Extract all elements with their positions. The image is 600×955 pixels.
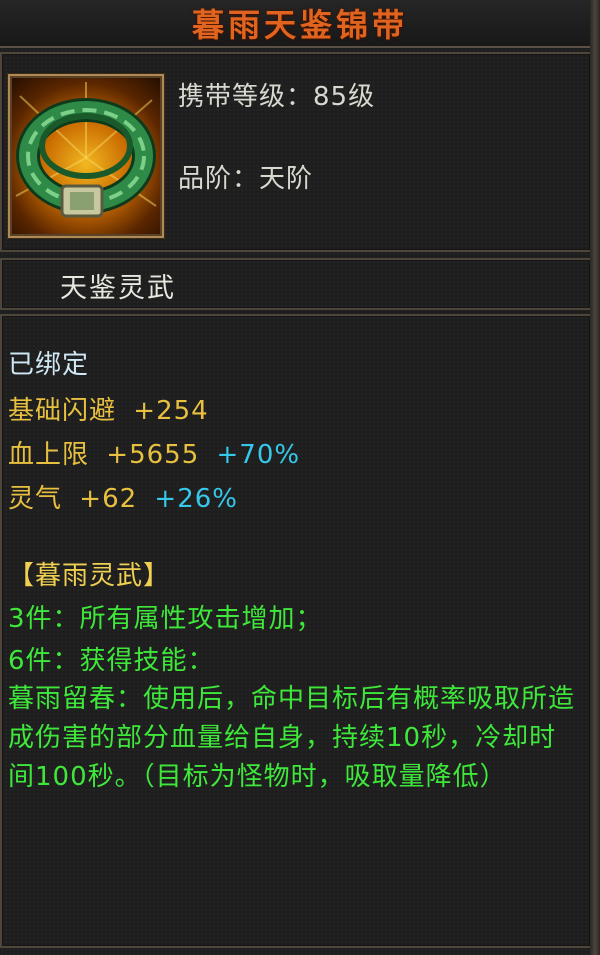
grade-label: 品阶： [178,164,260,194]
stat-value: +62 [79,484,138,514]
set-series-title: 天鉴灵武 [60,273,176,304]
grade-value: 天阶 [259,164,314,194]
carry-level-value: 85级 [313,82,376,112]
stat-name: 基础闪避 [8,396,117,426]
bound-status: 已绑定 [8,350,90,380]
set-bonus-3: 3件：所有属性攻击增加； [8,604,323,634]
item-tooltip: 暮雨天鉴锦带 携带等级：85级 品阶：天阶 天鉴灵武 已绑定 基础闪避 +254 [0,0,600,955]
set-name: 【暮雨灵武】 [8,561,171,591]
stat-row-hp: 血上限 +5655 +70% [8,434,300,471]
stat-percent: +70% [216,440,301,470]
stat-percent: +26% [154,484,238,514]
jade-belt-icon [15,82,157,218]
stat-name: 灵气 [8,484,63,514]
right-border [590,0,600,955]
carry-level: 携带等级：85级 [178,76,375,113]
title-bar: 暮雨天鉴锦带 [0,0,600,48]
item-grade: 品阶：天阶 [178,158,313,195]
stat-row-spirit: 灵气 +62 +26% [8,478,238,515]
item-name: 暮雨天鉴锦带 [191,6,408,44]
skill-description: 暮雨留春：使用后，命中目标后有概率吸取所造成伤害的部分血量给自身，持续10秒，冷… [8,684,576,792]
stat-value: +254 [133,396,209,426]
stat-name: 血上限 [8,440,90,470]
set-bonus-6: 6件：获得技能： [8,646,215,676]
carry-level-label: 携带等级： [178,82,314,112]
stat-value: +5655 [106,440,200,470]
item-icon-frame[interactable] [8,74,164,238]
stat-row-dodge: 基础闪避 +254 [8,390,209,427]
